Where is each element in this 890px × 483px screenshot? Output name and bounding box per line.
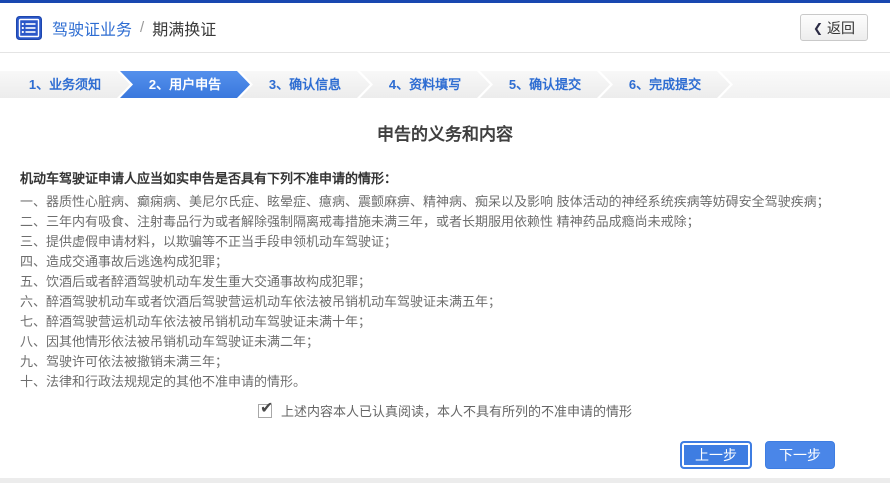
footer-actions: 上一步 下一步 [680,441,835,469]
declaration-notice: 机动车驾驶证申请人应当如实申告是否具有下列不准申请的情形： 一、器质性心脏病、癫… [0,169,890,392]
previous-step-button[interactable]: 上一步 [680,441,752,469]
wizard-step-5-label: 5、确认提交 [509,77,581,92]
wizard-step-1-label: 1、业务须知 [29,77,101,92]
agreement-row: ✔ 上述内容本人已认真阅读，本人不具有所列的不准申请的情形 [0,401,890,420]
wizard-step-4-label: 4、资料填写 [389,77,461,92]
notice-item-3: 三、提供虚假申请材料，以欺骗等不正当手段申领机动车驾驶证； [20,232,870,252]
agreement-label: 上述内容本人已认真阅读，本人不具有所列的不准申请的情形 [281,401,632,420]
step-wizard: 1、业务须知 2、用户申告 3、确认信息 4、资料填写 5、确认提交 6、完成提… [0,71,890,98]
notice-item-8: 八、因其他情形依法被吊销机动车驾驶证未满二年； [20,332,870,352]
notice-item-9: 九、驾驶许可依法被撤销未满三年； [20,352,870,372]
wizard-step-2-label: 2、用户申告 [149,77,221,92]
breadcrumb-separator: / [140,19,144,36]
notice-intro: 机动车驾驶证申请人应当如实申告是否具有下列不准申请的情形： [20,169,870,189]
back-button-label: 返回 [827,18,855,38]
breadcrumb-current: 期满换证 [152,16,216,40]
notice-item-1: 一、器质性心脏病、癫痫病、美尼尔氏症、眩晕症、癔病、震颤麻痹、精神病、痴呆以及影… [20,192,870,212]
wizard-tail [720,71,890,98]
notice-item-2: 二、三年内有吸食、注射毒品行为或者解除强制隔离戒毒措施未满三年，或者长期服用依赖… [20,212,870,232]
notice-item-6: 六、醉酒驾驶机动车或者饮酒后驾驶营运机动车依法被吊销机动车驾驶证未满五年； [20,292,870,312]
checkmark-icon: ✔ [260,398,273,418]
wizard-step-5[interactable]: 5、确认提交 [480,71,610,98]
wizard-step-3-label: 3、确认信息 [269,77,341,92]
notice-item-10: 十、法律和行政法规规定的其他不准申请的情形。 [20,372,870,392]
license-card-icon [16,16,42,40]
chevron-left-icon: ❮ [813,21,823,35]
header: 驾驶证业务 / 期满换证 ❮ 返回 [0,3,890,53]
wizard-step-6[interactable]: 6、完成提交 [600,71,730,98]
back-button[interactable]: ❮ 返回 [800,14,868,41]
notice-item-5: 五、饮酒后或者醉酒驾驶机动车发生重大交通事故构成犯罪； [20,272,870,292]
wizard-step-6-label: 6、完成提交 [629,77,701,92]
next-step-button[interactable]: 下一步 [765,441,835,469]
breadcrumb-root-link[interactable]: 驾驶证业务 [52,16,132,40]
wizard-step-2[interactable]: 2、用户申告 [120,71,250,98]
wizard-step-3[interactable]: 3、确认信息 [240,71,370,98]
page-title: 申告的义务和内容 [0,120,890,145]
wizard-step-1[interactable]: 1、业务须知 [0,71,130,98]
notice-item-4: 四、造成交通事故后逃逸构成犯罪； [20,252,870,272]
wizard-step-4[interactable]: 4、资料填写 [360,71,490,98]
agreement-checkbox[interactable]: ✔ [258,404,272,418]
notice-item-7: 七、醉酒驾驶营运机动车依法被吊销机动车驾驶证未满十年； [20,312,870,332]
bottom-edge-divider [0,478,890,483]
